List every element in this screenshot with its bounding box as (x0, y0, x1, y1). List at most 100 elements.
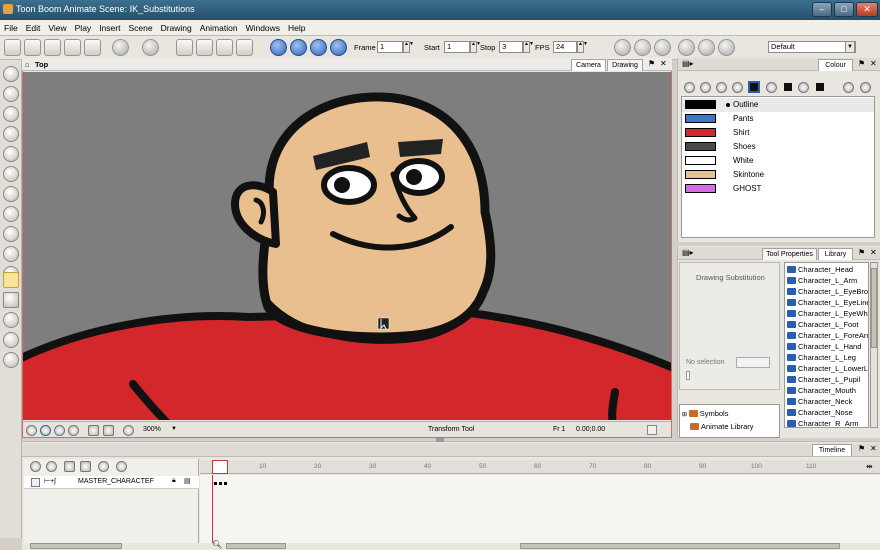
brush-tool-icon[interactable] (3, 106, 19, 122)
list-item[interactable]: Character_L_Hand (787, 342, 861, 353)
contour-editor-icon[interactable] (3, 86, 19, 102)
splitter-handle[interactable] (436, 438, 444, 442)
list-item[interactable]: Character_L_Leg (787, 353, 856, 364)
tab-camera[interactable]: Camera (571, 59, 606, 71)
list-item[interactable]: Character_L_Pupil (787, 375, 860, 386)
colour-row[interactable]: Shoes (682, 140, 874, 154)
layers-scrollbar[interactable] (30, 543, 122, 549)
delete-icon[interactable] (236, 39, 253, 56)
workspace-dropdown-icon[interactable]: ▼ (845, 41, 855, 53)
dropper-tool-icon[interactable] (3, 226, 19, 242)
substitution-slider[interactable] (686, 371, 690, 380)
pencil-colour-icon[interactable] (732, 82, 743, 93)
panel-close-icon[interactable]: ✕ (870, 248, 877, 257)
paste-icon[interactable] (216, 39, 233, 56)
list-item[interactable]: Character_L_EyeWhite (787, 309, 868, 320)
current-colour-swatch[interactable] (748, 81, 760, 93)
list-item[interactable]: Character_L_LowerLeg (787, 364, 868, 375)
frame-field[interactable]: 1 (377, 41, 403, 53)
loop-icon[interactable] (290, 39, 307, 56)
palette-icon[interactable] (798, 82, 809, 93)
save-icon[interactable] (44, 39, 61, 56)
add-layer-icon[interactable] (30, 461, 41, 472)
preview-icon[interactable] (103, 425, 114, 436)
morph-tool-icon[interactable] (3, 352, 19, 368)
rotate-tool-icon[interactable] (3, 312, 19, 328)
panel-close-icon[interactable]: ✕ (870, 444, 877, 453)
text-tool-icon[interactable] (3, 186, 19, 202)
shape-tool-icon[interactable] (3, 166, 19, 182)
menu-drawing[interactable]: Drawing (157, 20, 196, 36)
menu-windows[interactable]: Windows (242, 20, 284, 36)
ink-tool-icon[interactable] (3, 246, 19, 262)
menu-animation[interactable]: Animation (196, 20, 242, 36)
list-item[interactable]: Character_Nose (787, 408, 853, 419)
stop-field[interactable]: 3 (499, 41, 523, 53)
panel-close-icon[interactable]: ✕ (660, 59, 667, 68)
delete-layer-icon[interactable] (80, 461, 91, 472)
fps-spinner[interactable]: ▲▼ (577, 41, 588, 53)
start-field[interactable]: 1 (444, 41, 470, 53)
keyframe-icon[interactable] (214, 482, 217, 485)
stop-spinner[interactable]: ▲▼ (523, 41, 534, 53)
list-item[interactable]: Character_L_EyeLine (787, 298, 868, 309)
camera-mask-icon[interactable] (40, 425, 51, 436)
minimize-button[interactable]: – (812, 2, 832, 17)
tab-colour[interactable]: Colour (818, 59, 853, 71)
list-item[interactable]: Character_Mouth (787, 386, 856, 397)
drawing-canvas[interactable] (23, 72, 671, 420)
panel-lock-icon[interactable]: ⚑ (858, 59, 865, 68)
list-item[interactable]: Character_L_ForeArm (787, 331, 868, 342)
redo-icon[interactable] (142, 39, 159, 56)
list-item[interactable]: Character_L_Arm (787, 276, 857, 287)
colour-row[interactable]: White (682, 154, 874, 168)
start-spinner[interactable]: ▲▼ (470, 41, 481, 53)
copy-icon[interactable] (196, 39, 213, 56)
select-tool-icon[interactable] (3, 66, 19, 82)
layer-visible-checkbox[interactable] (31, 478, 40, 487)
list-item[interactable]: Character_R_Arm (787, 419, 858, 427)
edit-colour-icon[interactable] (716, 82, 727, 93)
new-scene-icon[interactable] (4, 39, 21, 56)
undo-icon[interactable] (112, 39, 129, 56)
tree-item-symbols[interactable]: ⊞ Symbols (682, 409, 728, 420)
layer-options-icon[interactable]: ▤ (184, 477, 191, 485)
substitution-field[interactable] (736, 357, 770, 368)
layer-expand-icon[interactable]: ⊢+∫ (44, 477, 56, 485)
add-colour-icon[interactable] (684, 82, 695, 93)
zoom-tool-icon[interactable] (3, 332, 19, 348)
tab-drawing[interactable]: Drawing (607, 59, 643, 71)
save-all-icon[interactable] (64, 39, 81, 56)
menu-play[interactable]: Play (71, 20, 96, 36)
list-item[interactable]: Character_Head (787, 265, 853, 276)
step-icon[interactable] (330, 39, 347, 56)
panel-toggle[interactable] (647, 425, 657, 435)
reset-zoom-icon[interactable] (26, 425, 37, 436)
sound-icon[interactable] (310, 39, 327, 56)
open-folder-icon[interactable] (24, 39, 41, 56)
zoom-dropdown-icon[interactable]: ▼ (171, 426, 177, 432)
panel-lock-icon[interactable]: ⚑ (858, 248, 865, 257)
menu-view[interactable]: View (44, 20, 70, 36)
tab-tool-properties[interactable]: Tool Properties (762, 248, 817, 260)
tree-item-animate-library[interactable]: Animate Library (690, 422, 754, 433)
zoom-timeline-icon[interactable]: ⇹ (866, 462, 873, 471)
cut-icon[interactable] (176, 39, 193, 56)
remove-colour-icon[interactable] (700, 82, 711, 93)
timeline-zoom-icon[interactable]: 🔍︎ (212, 540, 222, 549)
rotate-view-icon[interactable] (614, 39, 631, 56)
panel-menu-icon[interactable]: ▤▸ (682, 248, 694, 257)
menu-edit[interactable]: Edit (22, 20, 45, 36)
colour-row[interactable]: GHOST (682, 182, 874, 196)
layer-row[interactable]: ⊢+∫ MASTER_CHARACTEF 🔒︎ ▤ (24, 476, 199, 489)
import-icon[interactable] (84, 39, 101, 56)
library-scroll-thumb[interactable] (871, 268, 877, 348)
timeline-scrollbar[interactable] (520, 543, 840, 549)
paint-tool-icon[interactable] (3, 146, 19, 162)
play-icon[interactable] (270, 39, 287, 56)
panel-close-icon[interactable]: ✕ (870, 59, 877, 68)
panel-menu-icon[interactable]: ⚑ (648, 59, 655, 68)
frame-spinner[interactable]: ▲▼ (403, 41, 414, 53)
tab-timeline[interactable]: Timeline (812, 444, 852, 456)
workspace-select[interactable]: Default (768, 41, 856, 53)
